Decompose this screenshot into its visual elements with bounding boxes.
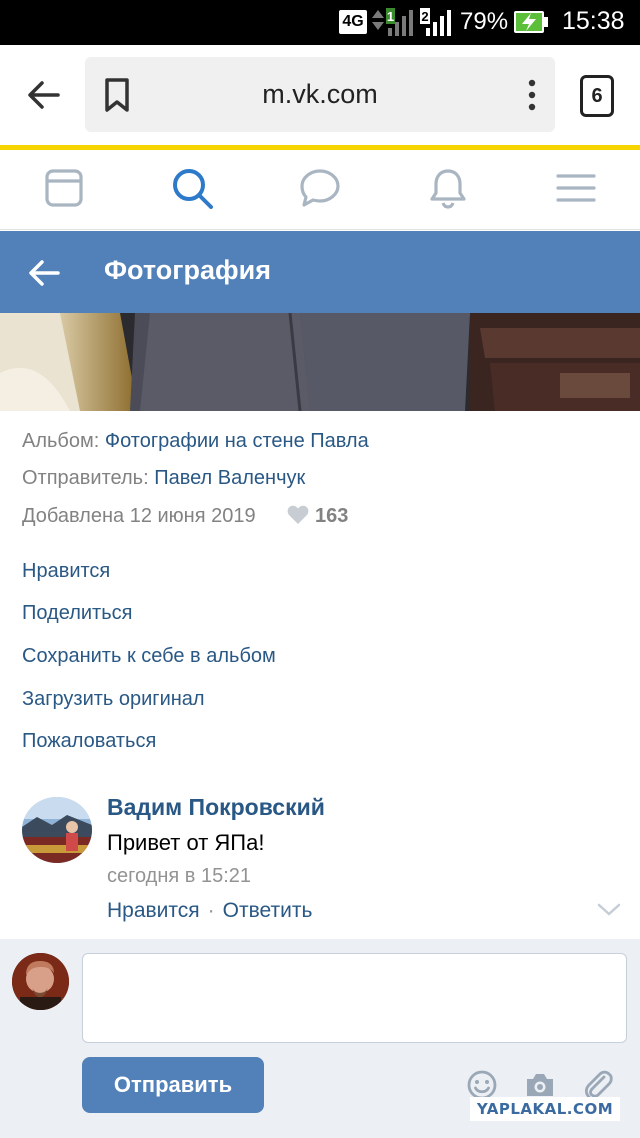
send-button[interactable]: Отправить <box>82 1057 264 1113</box>
commenter-avatar[interactable] <box>22 797 92 863</box>
clock: 15:38 <box>562 7 625 35</box>
address-bar[interactable]: m.vk.com <box>85 57 555 132</box>
added-date: Добавлена 12 июня 2019 <box>22 505 256 527</box>
album-link[interactable]: Фотографии на стене Павла <box>105 430 369 452</box>
report-action[interactable]: Пожаловаться <box>22 730 156 753</box>
browser-toolbar: m.vk.com 6 <box>0 45 640 145</box>
notifications-icon[interactable] <box>426 166 470 210</box>
album-label: Альбом: <box>22 430 100 452</box>
comment-like-button[interactable]: Нравится <box>107 899 200 922</box>
messages-icon[interactable] <box>298 166 342 210</box>
comment-text: Привет от ЯПа! <box>107 830 265 855</box>
likes-counter[interactable]: 163 <box>287 505 348 528</box>
search-icon[interactable] <box>170 166 214 210</box>
vk-top-nav <box>0 150 640 230</box>
signal-sim2-icon: 2 <box>420 8 451 36</box>
watermark: YAPLAKAL.COM <box>470 1097 620 1121</box>
share-action[interactable]: Поделиться <box>22 602 132 625</box>
signal-sim1-icon: 1 <box>372 8 413 36</box>
page-title: Фотография <box>104 255 271 285</box>
comment-reply-button[interactable]: Ответить <box>223 899 313 922</box>
sender-label: Отправитель: <box>22 467 149 489</box>
download-original-action[interactable]: Загрузить оригинал <box>22 688 205 711</box>
back-icon[interactable] <box>24 253 64 293</box>
comment-author[interactable]: Вадим Покровский <box>107 794 325 821</box>
menu-icon[interactable] <box>554 166 598 210</box>
heart-icon <box>287 505 309 524</box>
comment-input[interactable] <box>82 953 627 1043</box>
url-text[interactable]: m.vk.com <box>85 79 555 110</box>
more-options-icon[interactable] <box>525 79 539 111</box>
likes-count: 163 <box>315 505 349 527</box>
browser-back-icon[interactable] <box>24 75 64 115</box>
save-to-album-action[interactable]: Сохранить к себе в альбом <box>22 645 276 668</box>
battery-charging-icon <box>514 11 548 33</box>
tabs-button[interactable]: 6 <box>580 75 614 117</box>
network-type: 4G <box>339 10 367 34</box>
sim1-label: 1 <box>387 9 394 24</box>
comment-actions: Нравится · Ответить <box>107 899 312 923</box>
page-header: Фотография <box>0 231 640 313</box>
status-bar: 4G 1 2 79% 15:38 <box>0 0 640 45</box>
album-row: Альбом: Фотографии на стене Павла <box>22 430 369 453</box>
battery-percent: 79% <box>460 8 509 35</box>
sender-link[interactable]: Павел Валенчук <box>154 467 305 489</box>
sender-row: Отправитель: Павел Валенчук <box>22 467 305 490</box>
chevron-down-icon[interactable] <box>597 902 621 918</box>
like-action[interactable]: Нравится <box>22 560 110 583</box>
news-icon[interactable] <box>42 166 86 210</box>
photo-image[interactable] <box>0 313 640 411</box>
my-avatar[interactable] <box>12 953 69 1010</box>
sim2-label: 2 <box>421 9 428 24</box>
comment-time: сегодня в 15:21 <box>107 865 251 887</box>
comment-action-separator: · <box>207 899 215 922</box>
